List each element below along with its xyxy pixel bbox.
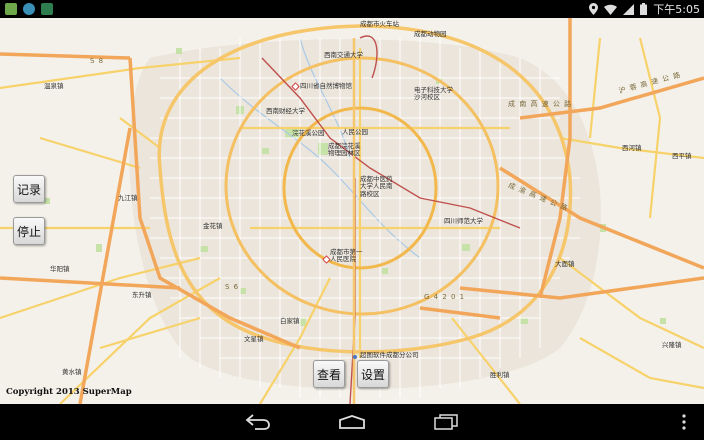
settings-button[interactable]: 设置	[357, 360, 389, 388]
location-icon	[589, 3, 599, 15]
place-label-people-park: 人民公园	[342, 128, 368, 136]
overflow-menu-icon[interactable]	[670, 410, 698, 434]
place-label-xingfu: 兴隆镇	[662, 341, 682, 349]
copyright-text: Copyright 2013 SuperMap	[6, 387, 132, 397]
place-label-tianfu-square: 成都市第一 人民医院	[330, 248, 363, 264]
stop-button[interactable]: 停止	[13, 217, 45, 245]
place-label-huayuan: 华阳镇	[50, 265, 70, 273]
wifi-icon	[604, 4, 618, 15]
place-label-scu: 四川师范大学	[444, 217, 483, 225]
place-label-chengdu-botanical: 成都浣花溪 物理园林区	[328, 142, 361, 158]
map-view[interactable]: S 8 S 6 G 4 2 0 1 成 南 高 速 公 路 成 渝 高 速 公 …	[0, 18, 704, 404]
map-canvas	[0, 18, 704, 404]
record-button[interactable]: 记录	[13, 175, 45, 203]
place-label-huangshui: 黄水镇	[62, 368, 82, 376]
place-label-huanhuaxi: 浣花溪公园	[292, 129, 325, 137]
place-label-jiulong: 九江镇	[118, 194, 138, 202]
status-bar: 下午5:05	[0, 0, 704, 18]
place-label-wenjiang: 温泉镇	[44, 82, 64, 90]
notification-app-icon-2	[23, 3, 35, 15]
place-label-swufe: 西南财经大学	[266, 107, 305, 115]
place-label-xiping: 西平镇	[672, 152, 692, 160]
recent-apps-icon[interactable]	[431, 410, 461, 434]
place-label-baijia: 白家镇	[280, 317, 300, 325]
place-label-swjtu: 西南交通大学	[324, 51, 363, 59]
place-label-dayuan: 大面镇	[555, 260, 575, 268]
view-button[interactable]: 查看	[313, 360, 345, 388]
road-label-chengnan: 成 南 高 速 公 路	[508, 100, 573, 108]
place-label-shengsheng: 胜利镇	[490, 371, 510, 379]
road-label-g4201: G 4 2 0 1	[424, 293, 466, 301]
signal-icon	[623, 3, 635, 15]
status-time: 下午5:05	[653, 3, 700, 16]
status-icons: 下午5:05	[589, 0, 700, 18]
place-label-uestc: 电子科技大学 沙河校区	[414, 86, 453, 102]
place-label-zoo: 成都动物园	[414, 30, 447, 38]
place-label-sichuan-museum: 四川省自然博物馆	[300, 82, 352, 90]
place-label-xijiang: 西河镇	[622, 144, 642, 152]
road-label-s8: S 8	[90, 57, 105, 65]
back-icon[interactable]	[243, 410, 273, 434]
notification-app-icon	[5, 3, 17, 15]
place-label-tcm-university: 成都中医药 大学人民南 路校区	[360, 175, 393, 198]
place-label-jinqiao: 金花镇	[203, 222, 223, 230]
place-label-unknown-top: 成都市火车站	[360, 20, 399, 28]
battery-icon	[640, 3, 648, 15]
place-label-wenxing: 文星镇	[244, 335, 264, 343]
navigation-bar	[0, 404, 704, 440]
place-label-dongsheng: 东升镇	[132, 291, 152, 299]
home-icon[interactable]	[337, 410, 367, 434]
road-label-s6: S 6	[225, 283, 240, 291]
place-label-ruantian: 超图软件成都分公司	[360, 351, 419, 359]
notification-app-icon-3	[41, 3, 53, 15]
screen: 下午5:05 S 8 S 6 G 4 2 0 1 成 南 高 速 公 路 成 渝…	[0, 0, 704, 440]
